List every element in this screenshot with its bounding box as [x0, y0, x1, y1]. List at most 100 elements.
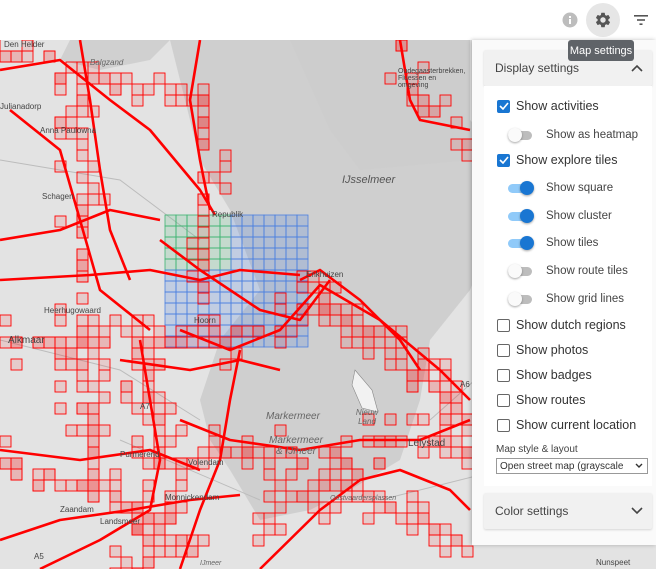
explore-tile	[208, 258, 221, 271]
chevron-up-icon	[622, 64, 652, 72]
show-dutch-regions-checkbox[interactable]	[497, 318, 510, 332]
explore-tile	[208, 247, 221, 260]
explore-tile	[406, 413, 419, 426]
explore-tile	[384, 336, 397, 349]
explore-tile	[296, 457, 309, 470]
explore-tile	[153, 336, 166, 349]
explore-tile	[186, 302, 199, 315]
explore-tile	[142, 534, 155, 547]
explore-tile	[87, 402, 100, 415]
explore-tile	[252, 247, 265, 260]
show-square-row[interactable]: Show square	[508, 178, 613, 198]
explore-tile	[241, 236, 254, 249]
explore-tile	[153, 523, 166, 536]
show-route-tiles-toggle[interactable]	[508, 264, 534, 278]
explore-tile	[230, 225, 243, 238]
show-as-heatmap-toggle[interactable]	[508, 128, 534, 142]
info-icon[interactable]	[559, 9, 581, 31]
show-cluster-toggle[interactable]	[508, 209, 534, 223]
explore-tile	[109, 479, 122, 492]
explore-tile	[153, 391, 166, 404]
explore-tile	[54, 83, 67, 96]
explore-tile	[175, 313, 188, 326]
explore-tile	[87, 435, 100, 448]
explore-tile	[76, 479, 89, 492]
show-current-location-checkbox[interactable]	[497, 418, 510, 432]
show-activities-row[interactable]: Show activities	[497, 96, 599, 116]
explore-tile	[329, 479, 342, 492]
explore-tile	[10, 50, 23, 63]
map-label: Heerhugowaard	[44, 306, 101, 315]
explore-tile	[175, 94, 188, 107]
show-activities-checkbox[interactable]	[497, 99, 510, 113]
explore-tile	[219, 225, 232, 238]
explore-tile	[65, 336, 78, 349]
show-grid-lines-row[interactable]: Show grid lines	[508, 289, 624, 309]
map-label: Purmerend	[120, 450, 160, 459]
map-label: Lelystad	[408, 438, 446, 449]
explore-tile	[274, 225, 287, 238]
explore-tile	[252, 214, 265, 227]
explore-tile	[417, 501, 430, 514]
show-routes-row[interactable]: Show routes	[497, 390, 585, 410]
explore-tile	[406, 501, 419, 514]
map-label: Enkhuizen	[306, 270, 344, 279]
explore-tile	[87, 325, 100, 338]
explore-tile	[65, 347, 78, 360]
explore-tile	[153, 325, 166, 338]
explore-tile	[285, 291, 298, 304]
show-badges-checkbox[interactable]	[497, 368, 510, 382]
explore-tile	[230, 446, 243, 459]
show-tiles-toggle[interactable]	[508, 236, 534, 250]
explore-tile	[351, 336, 364, 349]
show-cluster-label: Show cluster	[546, 210, 612, 222]
explore-tile	[175, 214, 188, 227]
explore-tile	[197, 127, 210, 140]
settings-button[interactable]	[586, 3, 620, 37]
explore-tile	[76, 380, 89, 393]
explore-tile	[252, 512, 265, 525]
explore-tile	[230, 302, 243, 315]
explore-tile	[274, 292, 287, 305]
explore-tile	[274, 269, 287, 282]
explore-tile	[197, 94, 210, 107]
explore-tile	[197, 248, 210, 261]
explore-tile	[164, 435, 177, 448]
show-route-tiles-row[interactable]: Show route tiles	[508, 261, 628, 281]
show-routes-checkbox[interactable]	[497, 393, 510, 407]
explore-tile	[98, 479, 111, 492]
show-photos-checkbox[interactable]	[497, 343, 510, 357]
explore-tile	[175, 291, 188, 304]
show-as-heatmap-row[interactable]: Show as heatmap	[508, 125, 638, 145]
explore-tile	[208, 225, 221, 238]
explore-tile	[230, 313, 243, 326]
explore-tile	[285, 280, 298, 293]
explore-tile	[373, 325, 386, 338]
show-grid-lines-toggle[interactable]	[508, 292, 534, 306]
show-tiles-row[interactable]: Show tiles	[508, 233, 598, 253]
explore-tile	[142, 83, 155, 96]
show-current-location-row[interactable]: Show current location	[497, 415, 636, 435]
map-style-select[interactable]: Open street map (grayscale	[496, 458, 648, 474]
explore-tile	[219, 247, 232, 260]
show-badges-row[interactable]: Show badges	[497, 365, 592, 385]
explore-tile	[241, 214, 254, 227]
show-cluster-row[interactable]: Show cluster	[508, 206, 612, 226]
show-square-toggle[interactable]	[508, 181, 534, 195]
show-routes-label: Show routes	[516, 393, 586, 407]
explore-tile	[439, 402, 452, 415]
explore-tile	[76, 171, 89, 184]
explore-tile	[142, 336, 155, 349]
color-settings-header[interactable]: Color settings	[484, 493, 652, 529]
explore-tile	[208, 291, 221, 304]
show-explore-tiles-checkbox[interactable]	[497, 153, 510, 167]
explore-tile	[241, 446, 254, 459]
show-as-heatmap-label: Show as heatmap	[546, 129, 639, 141]
filter-button[interactable]	[630, 9, 652, 31]
show-photos-row[interactable]: Show photos	[497, 340, 588, 360]
explore-tile	[340, 303, 353, 316]
show-current-location-label: Show current location	[516, 418, 637, 432]
explore-tile	[54, 72, 67, 85]
show-dutch-regions-row[interactable]: Show dutch regions	[497, 315, 626, 335]
show-explore-tiles-row[interactable]: Show explore tiles	[497, 150, 617, 170]
